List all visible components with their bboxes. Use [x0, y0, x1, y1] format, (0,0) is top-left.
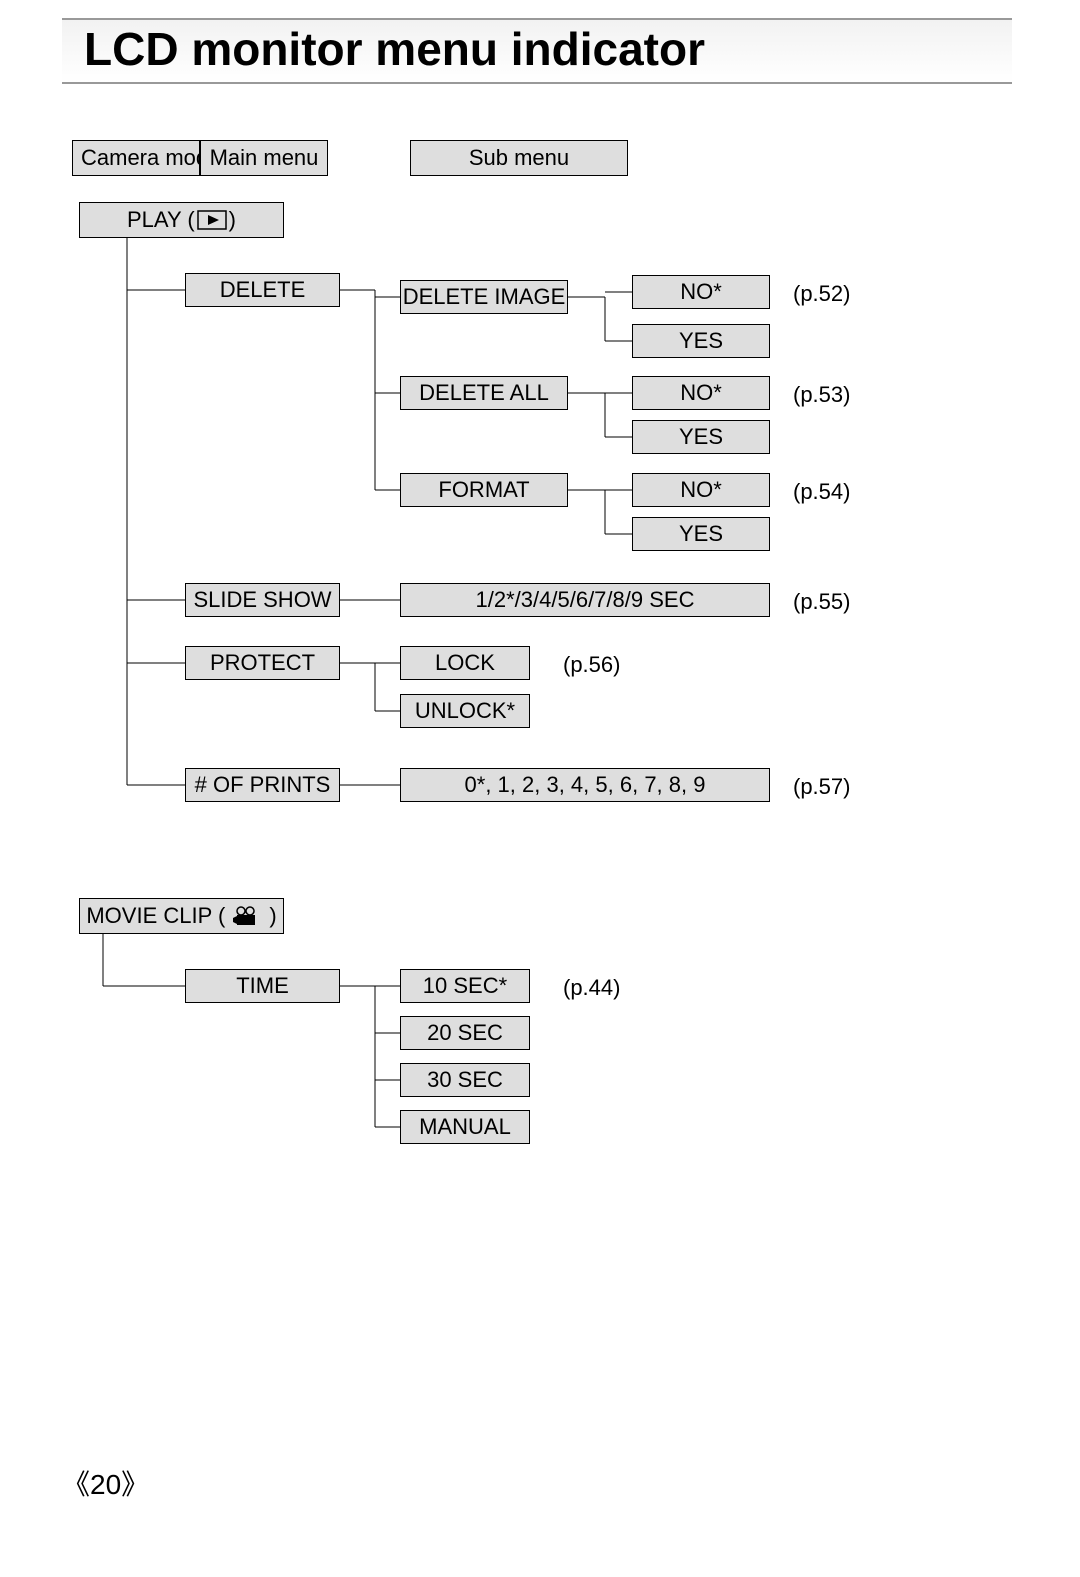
pageref-p52: (p.52): [793, 281, 850, 307]
bracket-right-icon: 》: [121, 1469, 149, 1500]
submenu-delete-image: DELETE IMAGE: [400, 280, 568, 314]
play-icon: [197, 210, 227, 230]
option-delete-image-no: NO*: [632, 275, 770, 309]
header-main-menu: Main menu: [200, 140, 328, 176]
submenu-delete-all: DELETE ALL: [400, 376, 568, 410]
pageref-p57: (p.57): [793, 774, 850, 800]
menu-delete: DELETE: [185, 273, 340, 307]
pageref-p44: (p.44): [563, 975, 620, 1001]
play-label-end: ): [229, 207, 236, 233]
option-time-30: 30 SEC: [400, 1063, 530, 1097]
submenu-unlock: UNLOCK*: [400, 694, 530, 728]
pageref-p53: (p.53): [793, 382, 850, 408]
movie-camera-icon: [233, 906, 261, 926]
mode-play: PLAY ( ): [79, 202, 284, 238]
pageref-p54: (p.54): [793, 479, 850, 505]
page-number-value: 20: [90, 1469, 121, 1500]
bracket-left-icon: 《: [62, 1469, 90, 1500]
option-time-manual: MANUAL: [400, 1110, 530, 1144]
option-delete-all-no: NO*: [632, 376, 770, 410]
movie-label-end: ): [269, 903, 276, 929]
option-time-20: 20 SEC: [400, 1016, 530, 1050]
page-number: 《20》: [62, 1463, 149, 1503]
option-delete-image-yes: YES: [632, 324, 770, 358]
option-format-no: NO*: [632, 473, 770, 507]
mode-movie-clip: MOVIE CLIP ( ): [79, 898, 284, 934]
header-sub-menu: Sub menu: [410, 140, 628, 176]
option-delete-all-yes: YES: [632, 420, 770, 454]
menu-prints: # OF PRINTS: [185, 768, 340, 802]
menu-protect: PROTECT: [185, 646, 340, 680]
play-label: PLAY (: [127, 207, 195, 233]
submenu-format: FORMAT: [400, 473, 568, 507]
pageref-p56: (p.56): [563, 652, 620, 678]
movie-label: MOVIE CLIP (: [86, 903, 225, 929]
option-format-yes: YES: [632, 517, 770, 551]
submenu-prints-vals: 0*, 1, 2, 3, 4, 5, 6, 7, 8, 9: [400, 768, 770, 802]
submenu-lock: LOCK: [400, 646, 530, 680]
pageref-p55: (p.55): [793, 589, 850, 615]
submenu-slide-show-vals: 1/2*/3/4/5/6/7/8/9 SEC: [400, 583, 770, 617]
menu-time: TIME: [185, 969, 340, 1003]
diagram-stage: Camera mode Main menu Sub menu PLAY ( ) …: [0, 0, 1080, 1577]
header-camera-mode: Camera mode: [72, 140, 200, 176]
menu-slide-show: SLIDE SHOW: [185, 583, 340, 617]
option-time-10: 10 SEC*: [400, 969, 530, 1003]
